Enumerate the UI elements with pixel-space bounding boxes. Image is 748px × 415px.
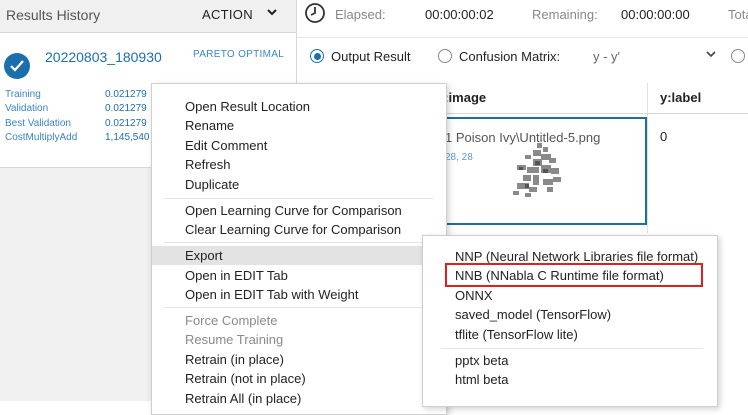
menu-item-edit-comment[interactable]: Edit Comment xyxy=(152,136,446,155)
clock-icon xyxy=(304,2,326,29)
output-result-radio[interactable] xyxy=(310,49,324,63)
result-name: 20220803_180930 xyxy=(45,49,162,65)
metric-label-cost: CostMultiplyAdd xyxy=(5,132,78,143)
menu-item-resume-training[interactable]: Resume Training xyxy=(152,330,446,349)
elapsed-label: Elapsed: xyxy=(335,7,386,22)
column-divider xyxy=(647,83,648,233)
chevron-down-icon[interactable] xyxy=(706,47,716,66)
menu-item-duplicate[interactable]: Duplicate xyxy=(152,175,446,194)
confusion-matrix-select[interactable]: y - y' xyxy=(593,49,620,64)
pareto-optimal-badge: PARETO OPTIMAL xyxy=(193,49,285,60)
export-item-pptx[interactable]: pptx beta xyxy=(423,351,717,370)
elapsed-value: 00:00:00:02 xyxy=(425,7,494,22)
total-label: Tota xyxy=(728,7,748,22)
output-options-bar: Output Result Confusion Matrix: y - y' xyxy=(297,37,748,74)
metric-value-best-validation: 0.021279 xyxy=(105,118,147,129)
metric-label-validation: Validation xyxy=(5,103,49,114)
menu-item-refresh[interactable]: Refresh xyxy=(152,155,446,174)
metric-label-best-validation: Best Validation xyxy=(5,118,71,129)
menu-item-open-learning-curve[interactable]: Open Learning Curve for Comparison xyxy=(152,201,446,220)
menu-item-force-complete[interactable]: Force Complete xyxy=(152,311,446,330)
metric-value-validation: 0.021279 xyxy=(105,103,147,114)
image-thumbnail xyxy=(513,143,561,197)
menu-item-rename[interactable]: Rename xyxy=(152,116,446,135)
remaining-label: Remaining: xyxy=(532,7,598,22)
menu-separator xyxy=(441,348,703,349)
export-item-onnx[interactable]: ONNX xyxy=(423,286,717,305)
menu-separator xyxy=(164,198,434,199)
export-item-tflite[interactable]: tflite (TensorFlow lite) xyxy=(423,325,717,344)
extra-radio[interactable] xyxy=(731,49,745,63)
menu-item-retrain-not-in-place[interactable]: Retrain (not in place) xyxy=(152,369,446,388)
menu-item-open-in-edit-tab[interactable]: Open in EDIT Tab xyxy=(152,266,446,285)
context-menu: Open Result Location Rename Edit Comment… xyxy=(151,83,447,415)
export-submenu: NNP (Neural Network Libraries file forma… xyxy=(422,235,718,407)
image-dimensions: 28, 28 xyxy=(445,152,473,163)
menu-item-clear-learning-curve[interactable]: Clear Learning Curve for Comparison xyxy=(152,220,446,239)
output-result-label[interactable]: Output Result xyxy=(331,49,411,64)
export-item-saved-model[interactable]: saved_model (TensorFlow) xyxy=(423,305,717,324)
status-bar: Elapsed: 00:00:00:02 Remaining: 00:00:00… xyxy=(297,0,748,30)
results-history-header: Results History ACTION xyxy=(0,0,296,33)
image-cell[interactable]: 1 Poison Ivy\Untitled-5.png 28, 28 xyxy=(437,117,647,225)
confusion-matrix-radio[interactable] xyxy=(438,49,452,63)
chevron-down-icon xyxy=(267,5,277,22)
export-item-nnb[interactable]: NNB (NNabla C Runtime file format) xyxy=(423,266,717,285)
menu-separator xyxy=(164,242,434,243)
column-header-label[interactable]: y:label xyxy=(660,90,701,105)
metric-value-training: 0.021279 xyxy=(105,89,147,100)
menu-item-retrain-in-place[interactable]: Retrain (in place) xyxy=(152,350,446,369)
remaining-value: 00:00:00:00 xyxy=(621,7,690,22)
metric-label-training: Training xyxy=(5,89,41,100)
menu-item-export[interactable]: Export xyxy=(152,246,446,265)
export-item-nnp[interactable]: NNP (Neural Network Libraries file forma… xyxy=(423,247,717,266)
confusion-matrix-label[interactable]: Confusion Matrix: xyxy=(459,49,560,64)
label-value: 0 xyxy=(660,129,668,144)
metric-value-cost: 1,145,540 xyxy=(105,132,150,143)
menu-item-open-in-edit-tab-with-weight[interactable]: Open in EDIT Tab with Weight xyxy=(152,285,446,304)
export-item-html[interactable]: html beta xyxy=(423,370,717,389)
menu-item-retrain-all-in-place[interactable]: Retrain All (in place) xyxy=(152,389,446,408)
menu-separator xyxy=(164,307,434,308)
action-label: ACTION xyxy=(202,7,253,22)
check-circle-icon xyxy=(4,53,30,79)
menu-item-open-result-location[interactable]: Open Result Location xyxy=(152,97,446,116)
results-history-title: Results History xyxy=(6,7,101,23)
